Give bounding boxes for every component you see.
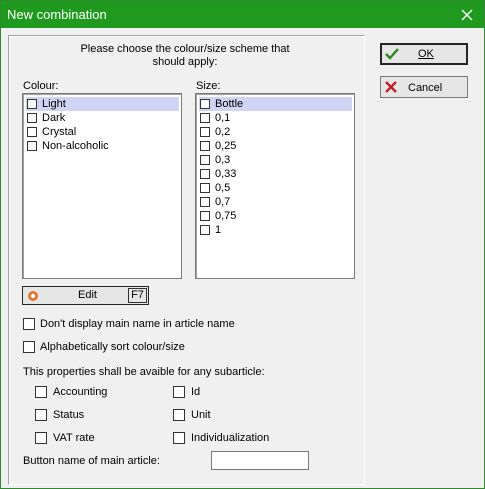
colour-item-checkbox[interactable] <box>27 127 37 137</box>
button-name-label: Button name of main article: <box>23 455 160 467</box>
size-item[interactable]: 0,2 <box>199 125 352 139</box>
cancel-x-icon <box>385 81 397 93</box>
status-label: Status <box>53 409 85 421</box>
cancel-label: Cancel <box>408 82 443 94</box>
close-icon <box>461 9 473 20</box>
vat-rate-checkbox[interactable] <box>35 432 47 444</box>
size-item-checkbox[interactable] <box>200 225 210 235</box>
unit-label: Unit <box>191 409 211 421</box>
size-item-checkbox[interactable] <box>200 127 210 137</box>
window-title: New combination <box>7 7 107 22</box>
unit-checkbox[interactable] <box>173 409 185 421</box>
size-item[interactable]: 0,3 <box>199 153 352 167</box>
alpha-sort-checkbox[interactable] <box>23 341 35 353</box>
check-icon <box>385 48 399 60</box>
colour-item-crystal[interactable]: Crystal <box>26 125 179 139</box>
close-button[interactable] <box>450 1 484 28</box>
colour-label: Colour: <box>23 80 59 92</box>
colour-item-checkbox[interactable] <box>27 141 37 151</box>
cancel-button[interactable]: Cancel <box>380 76 468 98</box>
alpha-sort-label: Alphabetically sort colour/size <box>40 341 185 353</box>
size-label: Size: <box>196 80 221 92</box>
ok-label: OK <box>418 48 434 60</box>
size-item-checkbox[interactable] <box>200 113 210 123</box>
colour-item-checkbox[interactable] <box>27 99 37 109</box>
options-panel: Please choose the colour/size scheme tha… <box>8 35 365 485</box>
individualization-checkbox[interactable] <box>173 432 185 444</box>
id-label: Id <box>191 386 201 398</box>
colour-item-non-alcoholic[interactable]: Non-alcoholic <box>26 139 179 153</box>
individualization-label: Individualization <box>191 432 270 444</box>
size-item-checkbox[interactable] <box>200 169 210 179</box>
button-name-input[interactable] <box>211 451 309 470</box>
dialog-window: New combination Please choose the colour… <box>0 0 485 489</box>
colour-list[interactable]: Light Dark Crystal Non-alcoholic <box>22 93 182 279</box>
status-checkbox[interactable] <box>35 409 47 421</box>
size-item-checkbox[interactable] <box>200 141 210 151</box>
size-item-bottle[interactable]: Bottle <box>199 97 352 111</box>
size-item-checkbox[interactable] <box>200 211 210 221</box>
size-item-checkbox[interactable] <box>200 183 210 193</box>
accounting-label: Accounting <box>53 386 108 398</box>
intro-line-2: should apply: <box>152 56 218 68</box>
size-item[interactable]: 0,7 <box>199 195 352 209</box>
subarticle-heading: This properties shall be avaible for any… <box>23 366 265 378</box>
size-item[interactable]: 0,25 <box>199 139 352 153</box>
colour-item-light[interactable]: Light <box>26 97 179 111</box>
edit-icon <box>28 291 38 301</box>
size-list[interactable]: Bottle 0,1 0,2 0,25 0,3 0,33 0,5 0,7 0,7… <box>195 93 355 279</box>
intro-text: Please choose the colour/size scheme tha… <box>35 43 335 69</box>
size-item[interactable]: 0,75 <box>199 209 352 223</box>
edit-shortcut: F7 <box>128 288 147 303</box>
ok-button[interactable]: OK <box>380 43 468 65</box>
size-item-checkbox[interactable] <box>200 155 210 165</box>
intro-line-1: Please choose the colour/size scheme tha… <box>80 43 290 55</box>
colour-item-dark[interactable]: Dark <box>26 111 179 125</box>
size-item-checkbox[interactable] <box>200 197 210 207</box>
size-item[interactable]: 0,1 <box>199 111 352 125</box>
size-item[interactable]: 1 <box>199 223 352 237</box>
size-item-checkbox[interactable] <box>200 99 210 109</box>
dont-display-label: Don't display main name in article name <box>40 318 235 330</box>
edit-label: Edit <box>78 289 97 301</box>
size-item[interactable]: 0,33 <box>199 167 352 181</box>
id-checkbox[interactable] <box>173 386 185 398</box>
colour-item-checkbox[interactable] <box>27 113 37 123</box>
dont-display-checkbox[interactable] <box>23 318 35 330</box>
edit-button[interactable]: Edit F7 <box>22 286 149 305</box>
title-bar: New combination <box>1 1 484 28</box>
vat-rate-label: VAT rate <box>53 432 95 444</box>
size-item[interactable]: 0,5 <box>199 181 352 195</box>
accounting-checkbox[interactable] <box>35 386 47 398</box>
